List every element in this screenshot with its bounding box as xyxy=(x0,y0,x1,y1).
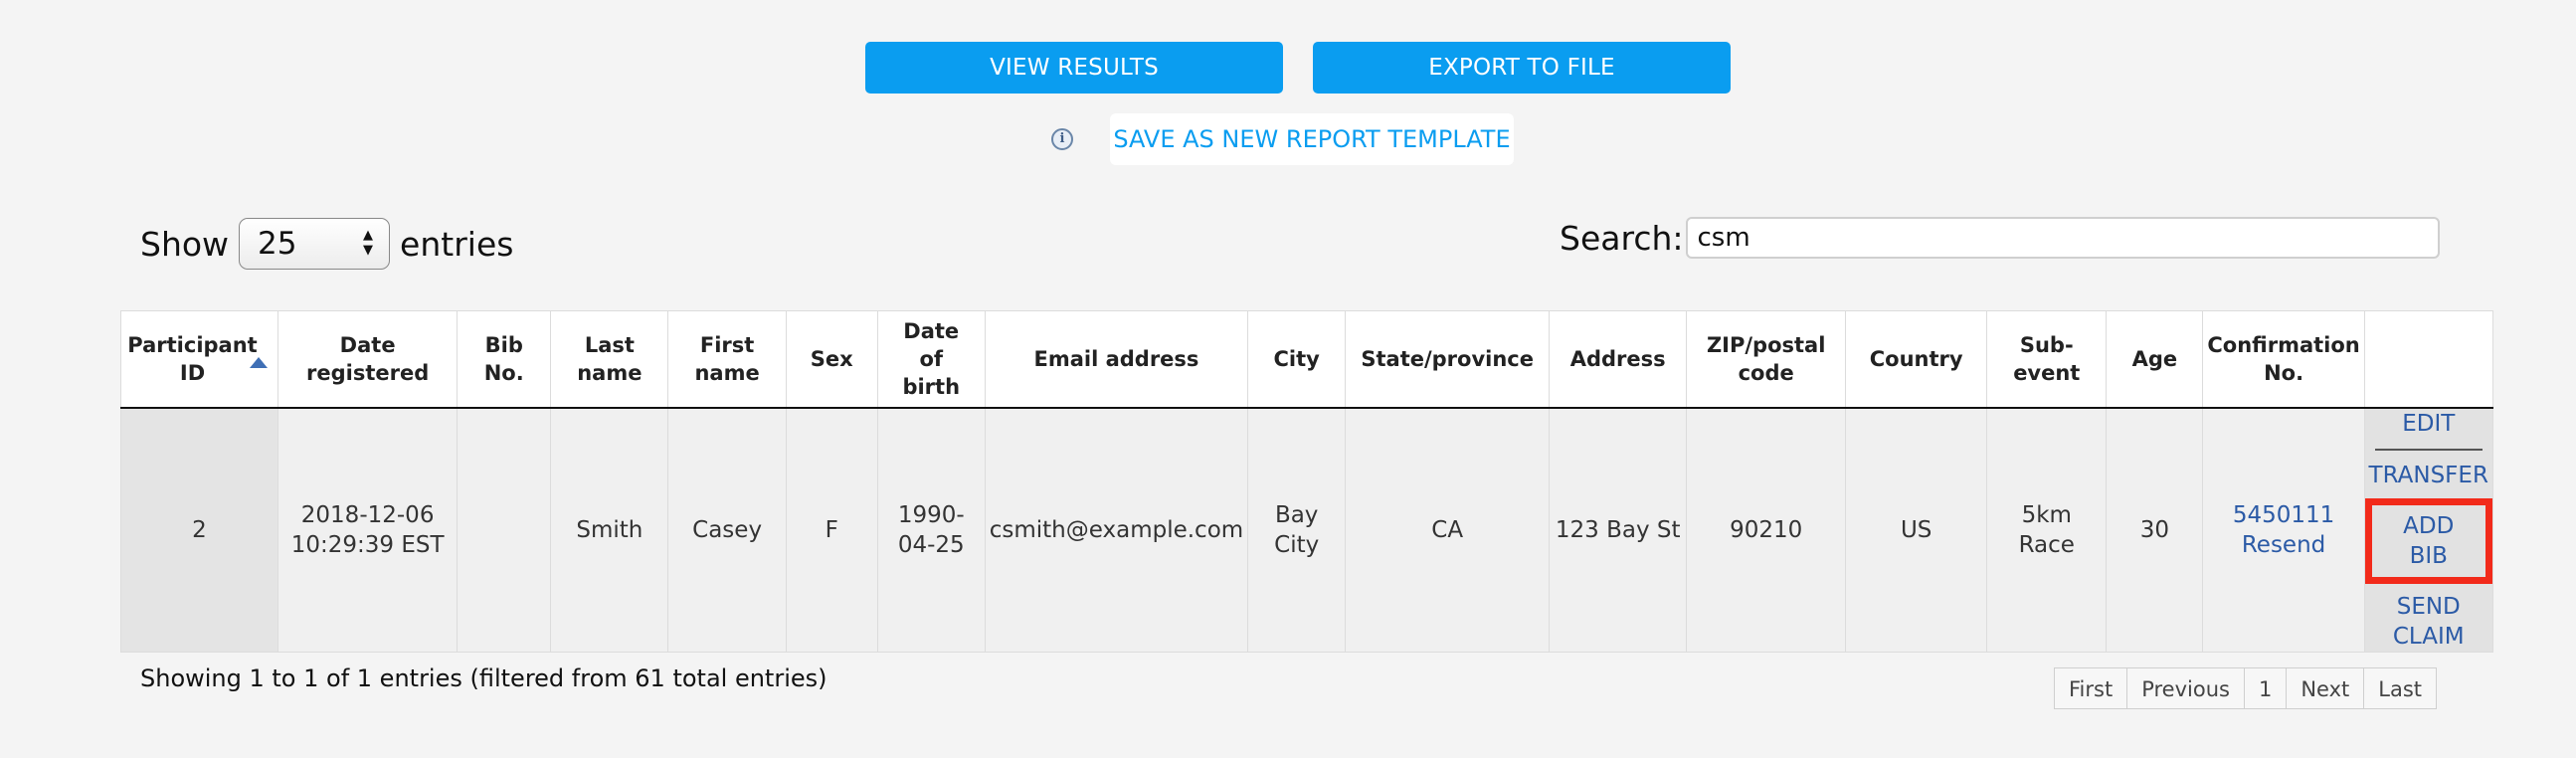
column-header-age[interactable]: Age xyxy=(2106,310,2204,409)
column-header-country[interactable]: Country xyxy=(1845,310,1988,409)
export-to-file-button[interactable]: EXPORT TO FILE xyxy=(1313,42,1731,94)
pagination: First Previous 1 Next Last xyxy=(2054,667,2437,709)
cell-city: Bay City xyxy=(1247,407,1347,653)
column-header-email-address[interactable]: Email address xyxy=(984,310,1249,409)
edit-action[interactable]: EDIT xyxy=(2374,409,2483,451)
cell-zip-postal-code: 90210 xyxy=(1686,407,1847,653)
entries-per-page-select[interactable]: 25 ▲ ▼ xyxy=(239,218,391,270)
cell-age: 30 xyxy=(2106,407,2204,653)
show-label: Show xyxy=(140,224,230,264)
search-input[interactable] xyxy=(1685,217,2440,259)
column-header-bib-no[interactable]: Bib No. xyxy=(457,310,552,409)
table-header-row: Participant ID Date registered Bib No. L… xyxy=(120,310,2493,409)
entries-per-page-value: 25 xyxy=(258,226,297,262)
cell-actions: EDIT TRANSFER ADD BIB SEND CLAIM xyxy=(2363,407,2493,653)
column-header-zip-postal-code[interactable]: ZIP/postal code xyxy=(1686,310,1847,409)
resend-link[interactable]: Resend xyxy=(2207,530,2359,560)
cell-sex: F xyxy=(785,407,878,653)
column-header-address[interactable]: Address xyxy=(1549,310,1688,409)
info-icon[interactable]: i xyxy=(1051,128,1073,150)
select-arrows-icon: ▲ ▼ xyxy=(363,228,374,258)
column-header-date-registered[interactable]: Date registered xyxy=(276,310,459,409)
search-label: Search: xyxy=(1560,218,1684,258)
add-bib-action[interactable]: ADD BIB xyxy=(2364,497,2492,584)
column-header-participant-id[interactable]: Participant ID xyxy=(120,310,278,409)
cell-date-of-birth: 1990-04-25 xyxy=(876,407,986,653)
pagination-first-button[interactable]: First xyxy=(2054,667,2128,709)
cell-date-registered: 2018-12-06 10:29:39 EST xyxy=(276,407,459,653)
column-header-last-name[interactable]: Last name xyxy=(550,310,669,409)
send-claim-action[interactable]: SEND CLAIM xyxy=(2389,592,2469,652)
column-header-state-province[interactable]: State/province xyxy=(1345,310,1551,409)
confirmation-number-link[interactable]: 5450111 xyxy=(2207,500,2359,530)
cell-last-name: Smith xyxy=(550,407,669,653)
column-header-actions xyxy=(2363,310,2493,409)
view-results-button[interactable]: VIEW RESULTS xyxy=(865,42,1283,94)
pagination-previous-button[interactable]: Previous xyxy=(2126,667,2245,709)
cell-country: US xyxy=(1845,407,1988,653)
cell-bib-no xyxy=(457,407,552,653)
cell-confirmation-no: 5450111 Resend xyxy=(2202,407,2365,653)
column-header-first-name[interactable]: First name xyxy=(667,310,787,409)
table-row: 2 2018-12-06 10:29:39 EST Smith Casey F … xyxy=(120,407,2493,653)
cell-participant-id: 2 xyxy=(120,407,278,653)
transfer-action[interactable]: TRANSFER xyxy=(2369,461,2488,490)
pagination-next-button[interactable]: Next xyxy=(2286,667,2365,709)
cell-address: 123 Bay St xyxy=(1549,407,1688,653)
search-control: Search: xyxy=(1560,217,2440,259)
column-header-sex[interactable]: Sex xyxy=(785,310,878,409)
column-header-confirmation-no[interactable]: Confirmation No. xyxy=(2202,310,2365,409)
cell-sub-event: 5km Race xyxy=(1986,407,2108,653)
save-as-new-report-template-button[interactable]: SAVE AS NEW REPORT TEMPLATE xyxy=(1110,113,1514,165)
cell-state-province: CA xyxy=(1345,407,1551,653)
participants-table: Participant ID Date registered Bib No. L… xyxy=(120,310,2493,653)
column-header-city[interactable]: City xyxy=(1247,310,1347,409)
cell-email-address: csmith@example.com xyxy=(984,407,1249,653)
entries-length-control: Show 25 ▲ ▼ entries xyxy=(140,217,513,271)
column-header-sub-event[interactable]: Sub-event xyxy=(1986,310,2108,409)
pagination-last-button[interactable]: Last xyxy=(2363,667,2437,709)
table-info-text: Showing 1 to 1 of 1 entries (filtered fr… xyxy=(140,664,828,692)
sort-ascending-icon xyxy=(250,357,268,368)
cell-first-name: Casey xyxy=(667,407,787,653)
column-header-date-of-birth[interactable]: Date of birth xyxy=(876,310,986,409)
row-actions: EDIT TRANSFER ADD BIB SEND CLAIM xyxy=(2364,409,2492,652)
entries-label: entries xyxy=(400,224,514,264)
pagination-page-1-button[interactable]: 1 xyxy=(2243,667,2288,709)
